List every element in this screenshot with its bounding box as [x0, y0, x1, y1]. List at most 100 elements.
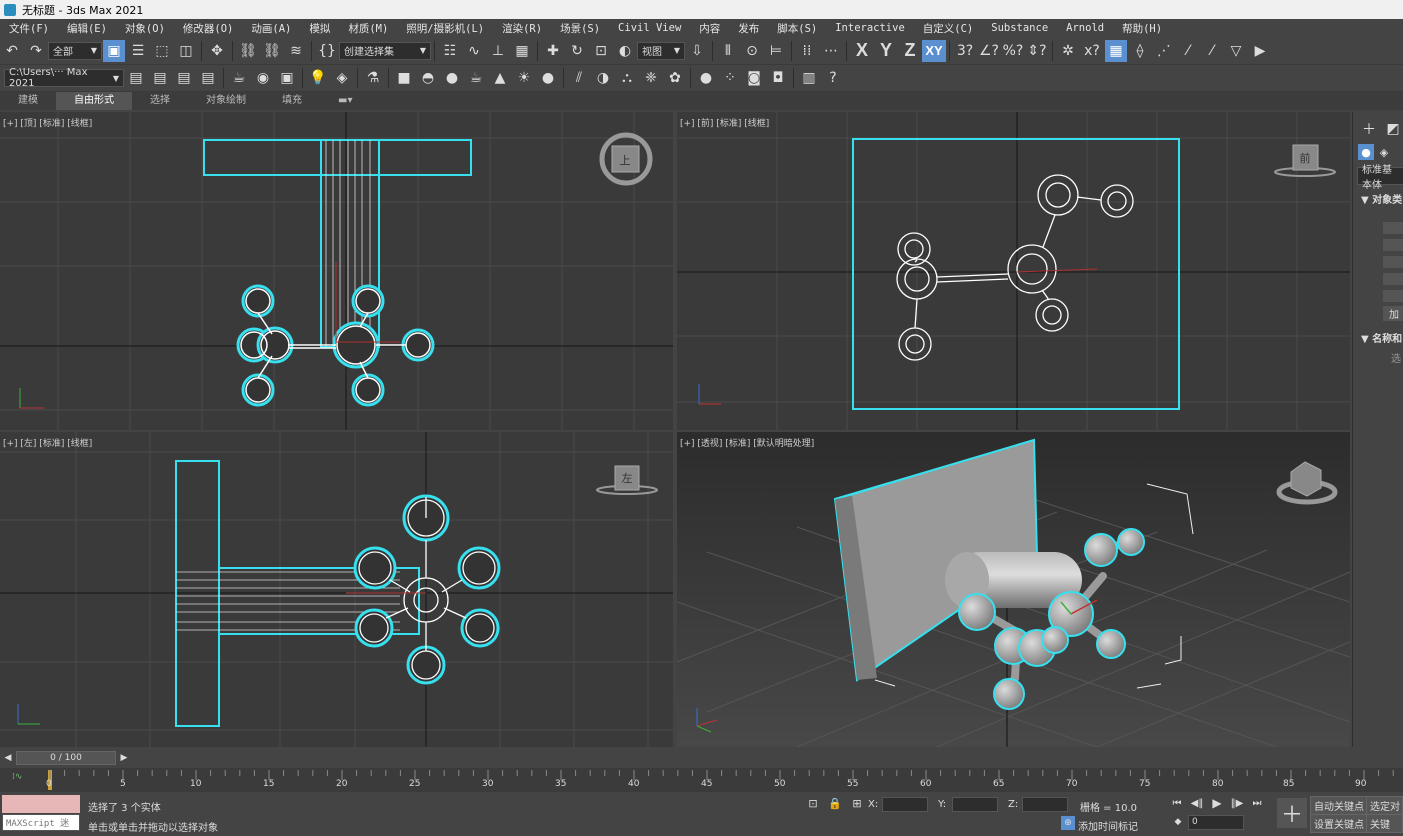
- viewport-left[interactable]: [+] [左] [标准] [线框] 左: [0, 432, 673, 747]
- menu-publish[interactable]: 发布: [729, 21, 768, 36]
- more-snap-icon[interactable]: ▶: [1249, 40, 1271, 62]
- menu-customize[interactable]: 自定义(C): [914, 21, 982, 36]
- viewport-persp-label[interactable]: [+] [透视] [标准] [默认明暗处理]: [680, 436, 814, 449]
- menu-edit[interactable]: 编辑(E): [58, 21, 116, 36]
- menu-simulation[interactable]: 模拟: [300, 21, 339, 36]
- named-selection-dropdown[interactable]: 创建选择集 ▼: [339, 41, 431, 60]
- menu-object[interactable]: 对象(O): [116, 21, 174, 36]
- y-coordinate-field[interactable]: [952, 797, 998, 812]
- viewport-front-cube-label[interactable]: 前: [1300, 151, 1311, 165]
- selection-filter-dropdown[interactable]: 全部 ▼: [48, 41, 102, 60]
- auto-key-button[interactable]: 自动关键点: [1310, 796, 1368, 815]
- axis-y-button[interactable]: Y: [874, 40, 898, 61]
- cone-icon[interactable]: ▲: [489, 67, 511, 89]
- batch-icon[interactable]: ▥: [798, 67, 820, 89]
- menu-substance[interactable]: Substance: [982, 22, 1057, 34]
- angle-snap-icon[interactable]: ∠?: [978, 40, 1000, 62]
- camera-icon[interactable]: ◈: [331, 67, 353, 89]
- box-primitive-icon[interactable]: ■: [393, 67, 415, 89]
- hair-icon[interactable]: ⫽: [568, 67, 590, 89]
- z-coordinate-field[interactable]: [1022, 797, 1068, 812]
- hemisphere-icon[interactable]: ◓: [417, 67, 439, 89]
- snap-grid-icon[interactable]: ⁞⁞: [796, 40, 818, 62]
- menu-interactive[interactable]: Interactive: [826, 22, 914, 34]
- axis-xy-button[interactable]: XY: [922, 39, 946, 62]
- snap-3d-icon[interactable]: 3?: [954, 40, 976, 62]
- isolate-selection-icon[interactable]: ⊡: [805, 795, 821, 811]
- object-type-button-2[interactable]: [1383, 239, 1403, 251]
- prev-frame-icon[interactable]: ◀‖: [1189, 795, 1205, 811]
- object-type-button-1[interactable]: [1383, 222, 1403, 234]
- menu-modifiers[interactable]: 修改器(O): [174, 21, 242, 36]
- plant-icon[interactable]: ✿: [664, 67, 686, 89]
- sphere-shaded-icon[interactable]: ●: [537, 67, 559, 89]
- key-filters-button[interactable]: 关键: [1366, 814, 1403, 833]
- viewport-front[interactable]: [+] [前] [标准] [线框] 前: [677, 112, 1350, 430]
- redo-icon[interactable]: ↷: [25, 40, 47, 62]
- play-icon[interactable]: ▶: [1209, 795, 1225, 811]
- shader-ball-icon[interactable]: ◑: [592, 67, 614, 89]
- object-type-rollout[interactable]: ▼ 对象类: [1361, 191, 1402, 206]
- helper-icon[interactable]: ⚗: [362, 67, 384, 89]
- time-slider[interactable]: 0 / 100: [16, 751, 116, 765]
- geometry-icon[interactable]: ●: [1358, 144, 1374, 160]
- menu-material[interactable]: 材质(M): [339, 21, 397, 36]
- sun-light-icon[interactable]: ☀: [513, 67, 535, 89]
- undo-icon[interactable]: ↶: [1, 40, 23, 62]
- viewport-front-label[interactable]: [+] [前] [标准] [线框]: [680, 116, 769, 129]
- primitive-type-dropdown[interactable]: 标准基本体: [1357, 165, 1403, 191]
- time-tag-icon[interactable]: ⊕: [1061, 816, 1075, 830]
- face-snap-icon[interactable]: ⁄: [1201, 40, 1223, 62]
- region-select-icon[interactable]: ⬚: [151, 40, 173, 62]
- selection-lock-icon[interactable]: ⊙: [741, 40, 763, 62]
- ribbon-tab-modeling[interactable]: 建模: [0, 92, 56, 110]
- object-type-button-5[interactable]: [1383, 290, 1403, 302]
- absolute-mode-icon[interactable]: ⊞: [849, 795, 865, 811]
- go-to-start-icon[interactable]: ⏮: [1169, 795, 1185, 811]
- menu-content[interactable]: 内容: [690, 21, 729, 36]
- menu-civil-view[interactable]: Civil View: [609, 22, 690, 34]
- selected-dropdown[interactable]: 选定对: [1366, 796, 1403, 815]
- object-type-button-3[interactable]: [1383, 256, 1403, 268]
- arnold-render-icon[interactable]: ◙: [743, 67, 765, 89]
- add-time-tag[interactable]: 添加时间标记: [1078, 818, 1138, 833]
- viewport-left-label[interactable]: [+] [左] [标准] [线框]: [3, 436, 92, 449]
- object-type-button-4[interactable]: [1383, 273, 1403, 285]
- container-icon[interactable]: ▤: [197, 67, 219, 89]
- vertex-snap-icon[interactable]: ⋰: [1153, 40, 1175, 62]
- link-icon[interactable]: ⛓: [237, 40, 259, 62]
- explorer-layer-icon[interactable]: ▤: [173, 67, 195, 89]
- material-editor-icon[interactable]: ☕: [228, 67, 250, 89]
- reference-coord-dropdown[interactable]: 视图 ▼: [637, 41, 685, 60]
- object-type-button-add[interactable]: 加: [1383, 306, 1403, 321]
- curve-editor-icon[interactable]: ∿: [463, 40, 485, 62]
- viewport-perspective[interactable]: [+] [透视] [标准] [默认明暗处理]: [677, 432, 1350, 747]
- select-and-move-icon[interactable]: ✚: [542, 40, 564, 62]
- set-key-big-icon[interactable]: ＋: [1277, 798, 1307, 828]
- ribbon-tab-freeform[interactable]: 自由形式: [56, 91, 132, 110]
- next-frame-icon[interactable]: ‖▶: [1229, 795, 1245, 811]
- spacing-icon[interactable]: ⋯: [820, 40, 842, 62]
- key-mode-icon[interactable]: ◆: [1171, 815, 1185, 829]
- menu-rendering[interactable]: 渲染(R): [493, 21, 551, 36]
- project-path-dropdown[interactable]: C:\Users\··· Max 2021 ▼: [4, 67, 124, 89]
- name-color-rollout[interactable]: ▼ 名称和: [1361, 330, 1402, 345]
- viewport-top-cube-label[interactable]: 上: [620, 154, 631, 167]
- window-crossing-icon[interactable]: ◫: [175, 40, 197, 62]
- edge-snap-icon[interactable]: ⁄: [1177, 40, 1199, 62]
- create-tab-icon[interactable]: ＋: [1358, 118, 1380, 140]
- rotate-icon[interactable]: ↻: [566, 40, 588, 62]
- schematic-view-icon[interactable]: ▦: [511, 40, 533, 62]
- menu-animation[interactable]: 动画(A): [242, 21, 300, 36]
- bind-space-warp-icon[interactable]: ≋: [285, 40, 307, 62]
- menu-file[interactable]: 文件(F): [0, 21, 58, 36]
- pivot-center-icon[interactable]: ⇩: [686, 40, 708, 62]
- arnold-sphere-icon[interactable]: ●: [695, 67, 717, 89]
- sphere-primitive-icon[interactable]: ●: [441, 67, 463, 89]
- time-next-icon[interactable]: ▶: [117, 751, 131, 765]
- align-icon[interactable]: ⊥: [487, 40, 509, 62]
- scale-icon[interactable]: ⊡: [590, 40, 612, 62]
- move-icon[interactable]: ✥: [206, 40, 228, 62]
- spinner-snap-icon[interactable]: ⇕?: [1026, 40, 1048, 62]
- name-field-button[interactable]: 选: [1383, 350, 1401, 365]
